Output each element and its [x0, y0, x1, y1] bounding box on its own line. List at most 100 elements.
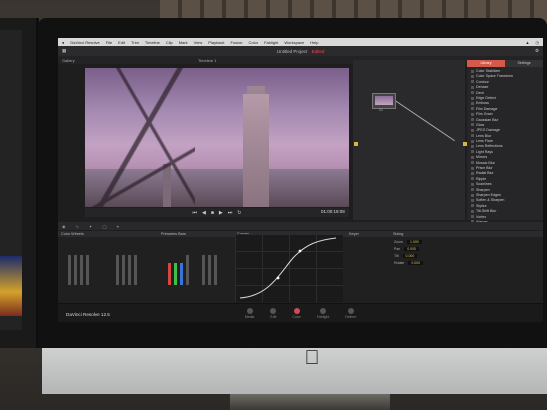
- s-curve-graph[interactable]: [238, 236, 338, 300]
- sizing-label: Pan: [394, 247, 401, 251]
- sizing-row: Pan 0.000: [394, 247, 539, 251]
- page-tab-label: Media: [244, 314, 255, 319]
- sizing-label: Zoom: [394, 240, 403, 244]
- menu-edit[interactable]: Edit: [118, 40, 125, 45]
- secondary-monitor: [0, 18, 39, 348]
- gamma-bars[interactable]: [112, 241, 146, 291]
- sizing-row: Rotate 0.000: [394, 261, 539, 265]
- wheels-icon[interactable]: ◉: [62, 224, 66, 229]
- page-tab-label: Edit: [270, 314, 277, 319]
- curve-point-1: [276, 276, 280, 280]
- color-toolbar: ◉ ∿ ✦ ◯ ⌖: [58, 222, 543, 230]
- timeline-selector[interactable]: Timeline 1: [198, 58, 216, 63]
- page-tab-label: Fairlight: [316, 314, 330, 319]
- sizing-value[interactable]: 0.000: [408, 261, 424, 265]
- viewer-tree-branches: [85, 68, 195, 207]
- play-icon[interactable]: ▶: [219, 210, 223, 216]
- skip-forward-icon[interactable]: ⏭: [228, 210, 233, 216]
- tracker-icon[interactable]: ⌖: [117, 224, 119, 229]
- color-wheels-panel: Color Wheels: [58, 231, 159, 304]
- gallery-tab[interactable]: Gallery: [62, 58, 75, 63]
- viewer-bell-tower: [243, 94, 269, 207]
- corrector-node[interactable]: 01: [372, 93, 396, 112]
- edited-status: Edited: [311, 48, 325, 54]
- window-icon[interactable]: ◯: [102, 224, 106, 229]
- qualifier-icon[interactable]: ✦: [89, 224, 92, 229]
- sizing-label: Tilt: [394, 254, 399, 258]
- wifi-icon[interactable]: ▲: [526, 40, 530, 45]
- skip-back-icon[interactable]: ⏮: [193, 210, 198, 216]
- imac-chin: [42, 348, 547, 394]
- sizing-panel: Sizing Zoom 1.000 Pan 0.000 Tilt 0.000 Rotate 0…: [390, 231, 543, 304]
- sizing-label: Rotate: [394, 261, 405, 265]
- sizing-row: Zoom 1.000: [394, 240, 539, 244]
- sizing-rows: Zoom 1.000 Pan 0.000 Tilt 0.000 Rotate 0.000: [390, 240, 543, 265]
- menu-fusion[interactable]: Fusion: [231, 40, 243, 45]
- menu-view[interactable]: View: [194, 40, 203, 45]
- open-fx-panel: Library Settings Color Stabilizer Color S…: [467, 60, 543, 235]
- settings-icon[interactable]: ⚙: [535, 48, 539, 54]
- stop-icon[interactable]: ■: [211, 210, 214, 216]
- page-tab-media[interactable]: Media: [244, 307, 255, 319]
- curve-point-2: [298, 249, 302, 253]
- page-tab-color[interactable]: Color: [292, 307, 301, 319]
- loop-icon[interactable]: ↻: [237, 210, 241, 216]
- primaries-header: Primaries Bars: [158, 231, 234, 237]
- timecode-display: 01:00:19:08: [321, 209, 345, 214]
- fx-tabs: Library Settings: [467, 60, 543, 67]
- offset-bars[interactable]: [198, 241, 232, 291]
- page-tab-label: Deliver: [345, 314, 357, 319]
- menu-help[interactable]: Help: [310, 40, 318, 45]
- transport-controls: ⏮ ◀ ■ ▶ ⏭ ↻: [85, 208, 349, 217]
- page-tab-fairlight[interactable]: Fairlight: [316, 307, 330, 319]
- edit-page-icon: [270, 307, 277, 314]
- menu-mark[interactable]: Mark: [179, 40, 188, 45]
- menu-clip[interactable]: Clip: [166, 40, 173, 45]
- menu-timeline[interactable]: Timeline: [145, 40, 160, 45]
- menu-trim[interactable]: Trim: [131, 40, 139, 45]
- page-tab-deliver[interactable]: Deliver: [345, 307, 357, 319]
- fairlight-page-icon: [320, 307, 327, 314]
- node-label: 01: [379, 108, 383, 112]
- brand-label: DaVinci Resolve 12.5: [66, 312, 110, 317]
- menu-app[interactable]: DaVinci Resolve: [70, 40, 99, 45]
- menu-file[interactable]: File: [106, 40, 112, 45]
- clock-icon[interactable]: ◷: [536, 40, 540, 45]
- apple-logo-icon: : [301, 346, 323, 370]
- tab-library[interactable]: Library: [467, 60, 505, 67]
- resolve-window: ● DaVinci Resolve File Edit Trim Timelin…: [58, 38, 543, 322]
- project-title: Untitled Project Edited: [276, 48, 325, 54]
- gain-bars[interactable]: [164, 241, 198, 291]
- sizing-row: Tilt 0.000: [394, 254, 539, 258]
- sizing-value[interactable]: 0.000: [404, 247, 419, 251]
- wheels-header: Color Wheels: [58, 231, 158, 237]
- menu-fairlight[interactable]: Fairlight: [264, 40, 278, 45]
- node-graph[interactable]: [353, 60, 465, 220]
- video-viewer[interactable]: [85, 68, 349, 207]
- fx-list: Color Stabilizer Color Space Transform Con…: [467, 67, 543, 238]
- menu-workspace[interactable]: Workspace: [284, 40, 304, 45]
- page-tab-label: Color: [292, 314, 301, 319]
- play-reverse-icon[interactable]: ◀: [202, 210, 206, 216]
- page-bar: Media Edit Color Fairlight Deliver: [58, 303, 543, 322]
- input-port[interactable]: [354, 142, 358, 146]
- imac-stand: [230, 394, 390, 410]
- media-page-icon: [246, 307, 253, 314]
- lift-bars[interactable]: [64, 241, 98, 291]
- page-tab-edit[interactable]: Edit: [270, 307, 277, 319]
- apple-menu-icon[interactable]: ●: [62, 40, 64, 45]
- keyer-panel: Keyer: [346, 231, 391, 304]
- curves-icon[interactable]: ∿: [76, 224, 79, 229]
- tab-settings[interactable]: Settings: [505, 60, 543, 67]
- primaries-bars-panel: Primaries Bars: [158, 231, 235, 304]
- menu-bar: ● DaVinci Resolve File Edit Trim Timelin…: [58, 38, 543, 46]
- sizing-value[interactable]: 1.000: [406, 240, 422, 244]
- menu-color[interactable]: Color: [249, 40, 259, 45]
- sizing-header: Sizing: [390, 231, 543, 237]
- sizing-value[interactable]: 0.000: [402, 254, 418, 258]
- secondary-image: [0, 256, 22, 316]
- menu-playback[interactable]: Playback: [208, 40, 224, 45]
- keyer-header: Keyer: [346, 231, 390, 237]
- color-page-icon: [293, 307, 300, 314]
- deliver-page-icon: [347, 307, 354, 314]
